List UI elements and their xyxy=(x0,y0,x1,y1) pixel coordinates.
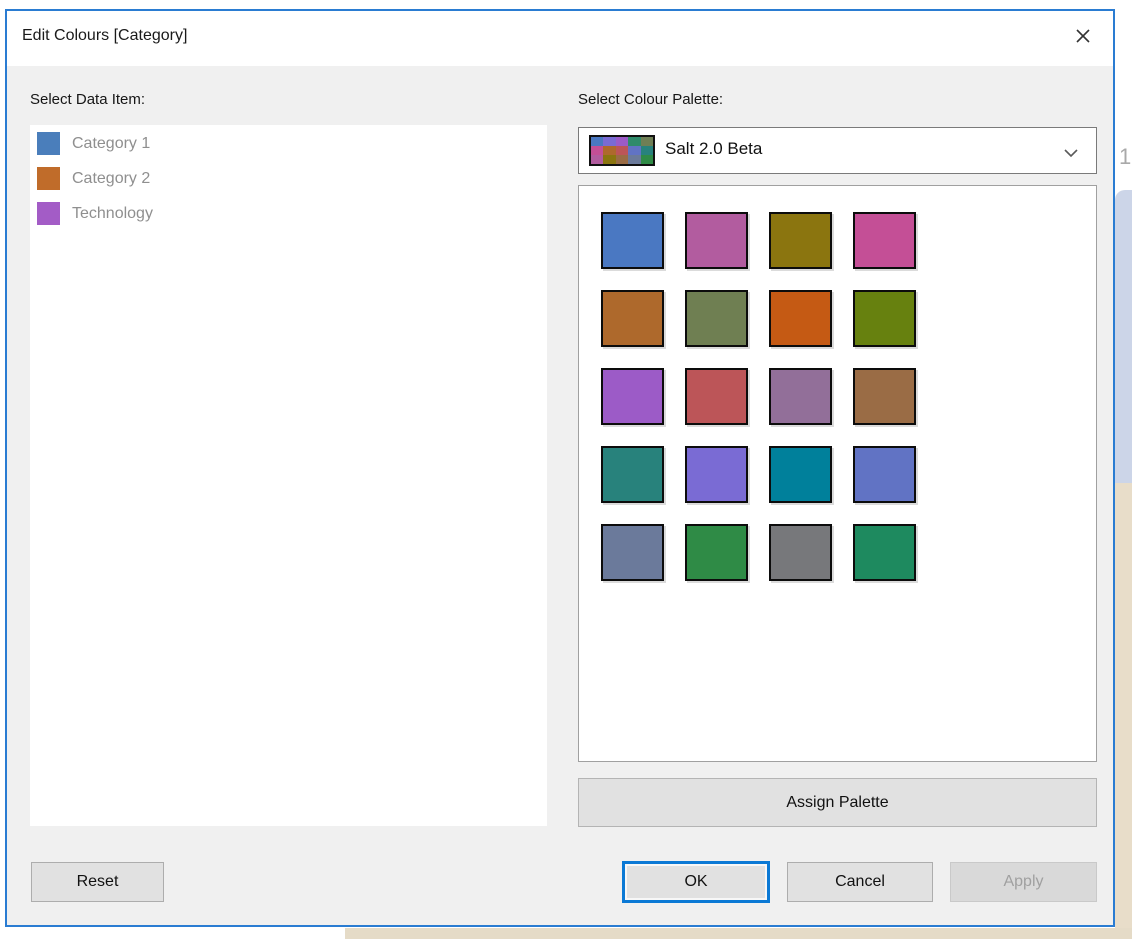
thumbnail-color-cell xyxy=(591,155,603,164)
data-item-list: Category 1 Category 2 Technology xyxy=(30,125,547,826)
thumbnail-color-cell xyxy=(603,155,615,164)
palette-swatch[interactable] xyxy=(685,524,748,581)
palette-swatch[interactable] xyxy=(601,212,664,269)
close-button[interactable] xyxy=(1065,21,1101,55)
background-right-strip xyxy=(1115,0,1132,939)
thumbnail-color-cell xyxy=(603,146,615,155)
ok-button[interactable]: OK xyxy=(622,861,770,903)
palette-swatch[interactable] xyxy=(685,212,748,269)
palette-swatch[interactable] xyxy=(853,524,916,581)
data-item-row[interactable]: Technology xyxy=(30,197,547,230)
palette-swatch[interactable] xyxy=(685,446,748,503)
data-item-color-chip xyxy=(37,202,60,225)
dialog-titlebar: Edit Colours [Category] xyxy=(7,11,1113,66)
palette-dropdown[interactable]: Salt 2.0 Beta xyxy=(578,127,1097,174)
background-beige-region xyxy=(1115,483,1132,939)
thumbnail-color-cell xyxy=(628,137,640,146)
dialog-title: Edit Colours [Category] xyxy=(22,27,187,45)
chevron-down-icon xyxy=(1064,145,1078,163)
palette-swatch[interactable] xyxy=(853,368,916,425)
palette-swatch[interactable] xyxy=(685,290,748,347)
palette-swatch[interactable] xyxy=(853,290,916,347)
background-beige-region xyxy=(345,928,1132,939)
thumbnail-color-cell xyxy=(628,146,640,155)
thumbnail-color-cell xyxy=(641,137,653,146)
palette-swatch[interactable] xyxy=(601,524,664,581)
palette-swatch[interactable] xyxy=(769,290,832,347)
assign-palette-button[interactable]: Assign Palette xyxy=(578,778,1097,827)
palette-swatch[interactable] xyxy=(853,212,916,269)
palette-swatch[interactable] xyxy=(769,446,832,503)
thumbnail-color-cell xyxy=(616,146,628,155)
palette-swatch[interactable] xyxy=(853,446,916,503)
thumbnail-color-cell xyxy=(616,137,628,146)
reset-button[interactable]: Reset xyxy=(31,862,164,902)
palette-swatch[interactable] xyxy=(601,446,664,503)
thumbnail-color-cell xyxy=(591,137,603,146)
data-item-color-chip xyxy=(37,167,60,190)
background-bottom-strip xyxy=(0,928,1132,939)
palette-dropdown-value: Salt 2.0 Beta xyxy=(665,139,762,159)
data-item-row[interactable]: Category 2 xyxy=(30,162,547,195)
background-blue-region xyxy=(1115,190,1132,483)
palette-swatch[interactable] xyxy=(769,212,832,269)
select-colour-palette-label: Select Colour Palette: xyxy=(578,91,723,108)
select-data-item-label: Select Data Item: xyxy=(30,91,145,108)
data-item-label: Technology xyxy=(72,205,153,223)
data-item-color-chip xyxy=(37,132,60,155)
palette-swatch[interactable] xyxy=(769,524,832,581)
thumbnail-color-cell xyxy=(641,155,653,164)
thumbnail-color-cell xyxy=(641,146,653,155)
thumbnail-color-cell xyxy=(628,155,640,164)
edit-colours-dialog: Edit Colours [Category] Select Data Item… xyxy=(5,9,1115,927)
palette-swatch[interactable] xyxy=(685,368,748,425)
palette-swatch[interactable] xyxy=(769,368,832,425)
close-icon xyxy=(1075,28,1091,49)
palette-thumbnail-icon xyxy=(589,135,655,166)
data-item-label: Category 2 xyxy=(72,170,150,188)
palette-swatch[interactable] xyxy=(601,290,664,347)
cancel-button[interactable]: Cancel xyxy=(787,862,933,902)
background-artifact-text: 1 xyxy=(1119,144,1131,170)
data-item-row[interactable]: Category 1 xyxy=(30,127,547,160)
thumbnail-color-cell xyxy=(603,137,615,146)
screen: 1 Edit Colours [Category] Select Data It… xyxy=(0,0,1132,939)
thumbnail-color-cell xyxy=(591,146,603,155)
palette-swatch-panel xyxy=(578,185,1097,762)
data-item-label: Category 1 xyxy=(72,135,150,153)
apply-button-disabled[interactable]: Apply xyxy=(950,862,1097,902)
thumbnail-color-cell xyxy=(616,155,628,164)
palette-swatch[interactable] xyxy=(601,368,664,425)
